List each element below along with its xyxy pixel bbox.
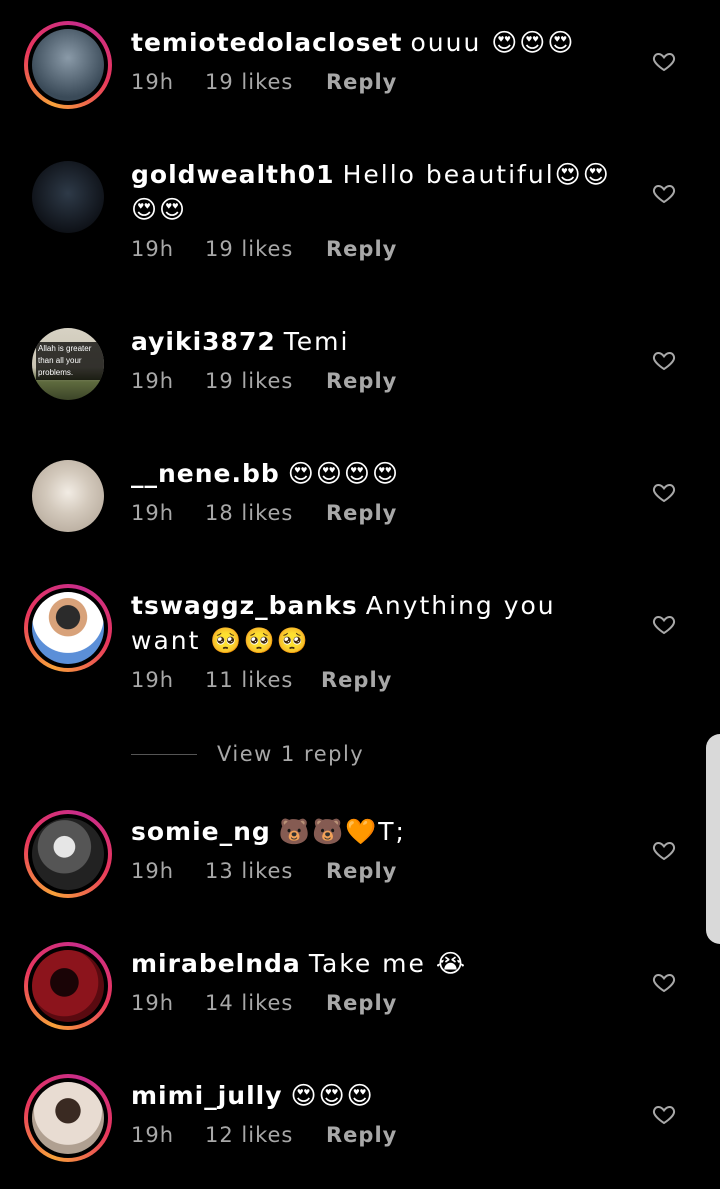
reply-button[interactable]: Reply — [326, 859, 397, 883]
comment-username[interactable]: goldwealth01 — [131, 160, 335, 189]
heart-icon[interactable] — [652, 1102, 676, 1126]
comment-time: 19h — [131, 70, 175, 94]
comment-username[interactable]: mimi_jully — [131, 1081, 283, 1110]
avatar[interactable] — [24, 942, 112, 1030]
comment-likes[interactable]: 18 likes — [205, 501, 326, 525]
comment-likes[interactable]: 19 likes — [205, 70, 326, 94]
comment-text: 😍😍😍 — [290, 1081, 375, 1110]
heart-icon[interactable] — [652, 181, 676, 205]
comment-username[interactable]: __nene.bb — [131, 459, 280, 488]
avatar[interactable] — [24, 21, 112, 109]
comment-username[interactable]: temiotedolacloset — [131, 28, 402, 57]
comment-username[interactable]: tswaggz_banks — [131, 591, 358, 620]
comment-time: 19h — [131, 1123, 175, 1147]
comment-time: 19h — [131, 991, 175, 1015]
comment-time: 19h — [131, 668, 175, 692]
heart-icon[interactable] — [652, 612, 676, 636]
comment-text: 😍😍😍😍 — [287, 459, 401, 488]
reply-button[interactable]: Reply — [321, 668, 392, 692]
reply-button[interactable]: Reply — [326, 991, 397, 1015]
divider-line — [131, 753, 197, 755]
comment-likes[interactable]: 13 likes — [205, 859, 326, 883]
avatar[interactable] — [24, 153, 112, 241]
comment-likes[interactable]: 11 likes — [205, 668, 321, 692]
comment-text: Take me 😭 — [308, 949, 468, 978]
avatar-caption: Allah is greater than all your problems. — [36, 342, 104, 380]
comment-username[interactable]: mirabelnda — [131, 949, 301, 978]
comment-username[interactable]: ayiki3872 — [131, 327, 276, 356]
avatar[interactable] — [24, 452, 112, 540]
comment-username[interactable]: somie_ng — [131, 817, 271, 846]
view-replies-label: View 1 reply — [217, 742, 365, 766]
comment-time: 19h — [131, 237, 175, 261]
comment-time: 19h — [131, 501, 175, 525]
comment-text: ouuu 😍😍😍 — [410, 28, 576, 57]
reply-button[interactable]: Reply — [326, 237, 397, 261]
heart-icon[interactable] — [652, 838, 676, 862]
heart-icon[interactable] — [652, 348, 676, 372]
avatar[interactable] — [24, 584, 112, 672]
comment-text: 🐻🐻🧡T; — [278, 817, 406, 846]
comment-likes[interactable]: 12 likes — [205, 1123, 326, 1147]
view-replies-button[interactable]: View 1 reply — [131, 742, 364, 766]
comment-likes[interactable]: 19 likes — [205, 369, 326, 393]
heart-icon[interactable] — [652, 480, 676, 504]
comment-likes[interactable]: 19 likes — [205, 237, 326, 261]
avatar[interactable]: Allah is greater than all your problems. — [24, 320, 112, 408]
reply-button[interactable]: Reply — [326, 501, 397, 525]
comment-likes[interactable]: 14 likes — [205, 991, 326, 1015]
avatar[interactable] — [24, 810, 112, 898]
heart-icon[interactable] — [652, 970, 676, 994]
reply-button[interactable]: Reply — [326, 1123, 397, 1147]
avatar[interactable] — [24, 1074, 112, 1162]
heart-icon[interactable] — [652, 49, 676, 73]
reply-button[interactable]: Reply — [326, 369, 397, 393]
comment-time: 19h — [131, 369, 175, 393]
scrollbar-handle[interactable] — [706, 734, 720, 944]
reply-button[interactable]: Reply — [326, 70, 397, 94]
comment-text: Temi — [283, 327, 350, 356]
comment-time: 19h — [131, 859, 175, 883]
